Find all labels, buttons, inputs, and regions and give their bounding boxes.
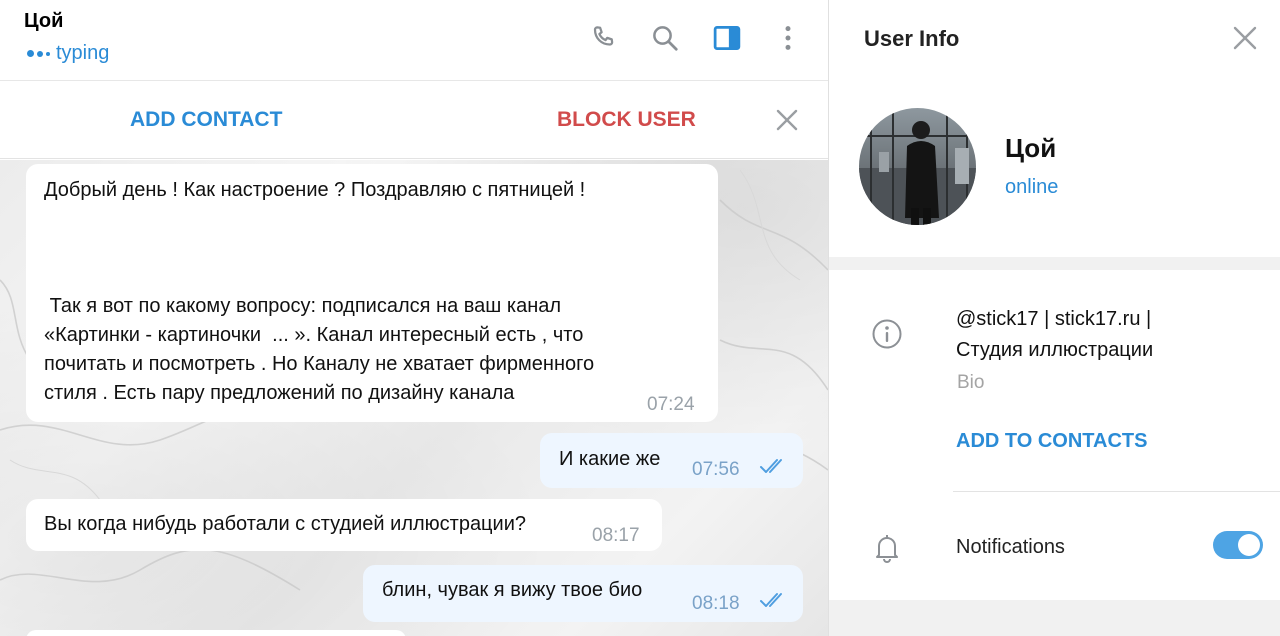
message-bubble-outgoing[interactable]: блин, чувак я вижу твое био 08:18 — [363, 565, 803, 622]
phone-icon[interactable] — [586, 20, 622, 56]
message-bubble-incoming[interactable]: Вы когда нибудь работали с студией иллюс… — [26, 499, 662, 551]
notifications-toggle[interactable] — [1213, 531, 1263, 559]
close-icon[interactable] — [773, 106, 801, 134]
add-contact-button[interactable]: ADD CONTACT — [130, 108, 282, 132]
profile-status: online — [1005, 176, 1059, 198]
message-bubble-incoming[interactable]: Добрый день ! Как настроение ? Поздравля… — [26, 164, 718, 422]
info-icon — [871, 318, 903, 350]
message-time: 08:18 — [692, 593, 740, 614]
sidebar-toggle-icon[interactable] — [709, 20, 745, 56]
panel-title: User Info — [864, 26, 960, 51]
message-text: И какие же — [559, 448, 661, 470]
search-icon[interactable] — [647, 20, 683, 56]
close-panel-icon[interactable] — [1231, 24, 1259, 52]
avatar[interactable] — [859, 108, 976, 225]
toggle-knob — [1238, 534, 1260, 556]
bio-text[interactable]: @stick17 | stick17.ru | Студия иллюстрац… — [956, 304, 1256, 366]
double-check-icon — [760, 593, 782, 607]
message-text: Добрый день ! Как настроение ? Поздравля… — [44, 179, 595, 404]
message-text: Вы когда нибудь работали с студией иллюс… — [44, 513, 526, 535]
chat-status-text: typing — [56, 42, 110, 64]
user-info-panel: User Info Цой online @stick17 | stick17.… — [828, 0, 1280, 636]
chat-header: Цой typing — [0, 0, 828, 81]
block-user-button[interactable]: BLOCK USER — [557, 108, 696, 132]
chat-panel: Цой typing ADD CONTACT BLOCK USER Добрый… — [0, 0, 828, 636]
bio-label: Bio — [957, 372, 985, 393]
add-to-contacts-button[interactable]: ADD TO CONTACTS — [956, 430, 1147, 453]
more-vertical-icon[interactable] — [770, 20, 806, 56]
message-list[interactable]: Добрый день ! Как настроение ? Поздравля… — [0, 160, 828, 636]
message-time: 08:17 — [592, 525, 640, 546]
notifications-label: Notifications — [956, 536, 1065, 558]
details-section: @stick17 | stick17.ru | Студия иллюстрац… — [829, 270, 1280, 600]
bell-icon — [870, 531, 904, 565]
chat-status: typing — [27, 42, 109, 65]
message-time: 07:24 — [647, 394, 695, 415]
typing-indicator-icon — [27, 50, 50, 57]
message-text: блин, чувак я вижу твое био — [382, 579, 643, 601]
profile-name: Цой — [1005, 133, 1057, 163]
message-time: 07:56 — [692, 459, 740, 480]
chat-title[interactable]: Цой — [24, 10, 63, 33]
profile-section: User Info Цой online — [829, 0, 1280, 257]
double-check-icon — [760, 459, 782, 473]
divider — [953, 491, 1280, 492]
message-bubble-outgoing[interactable]: И какие же 07:56 — [540, 433, 803, 488]
message-bubble-incoming[interactable] — [26, 630, 406, 636]
contact-action-bar: ADD CONTACT BLOCK USER — [0, 82, 828, 159]
